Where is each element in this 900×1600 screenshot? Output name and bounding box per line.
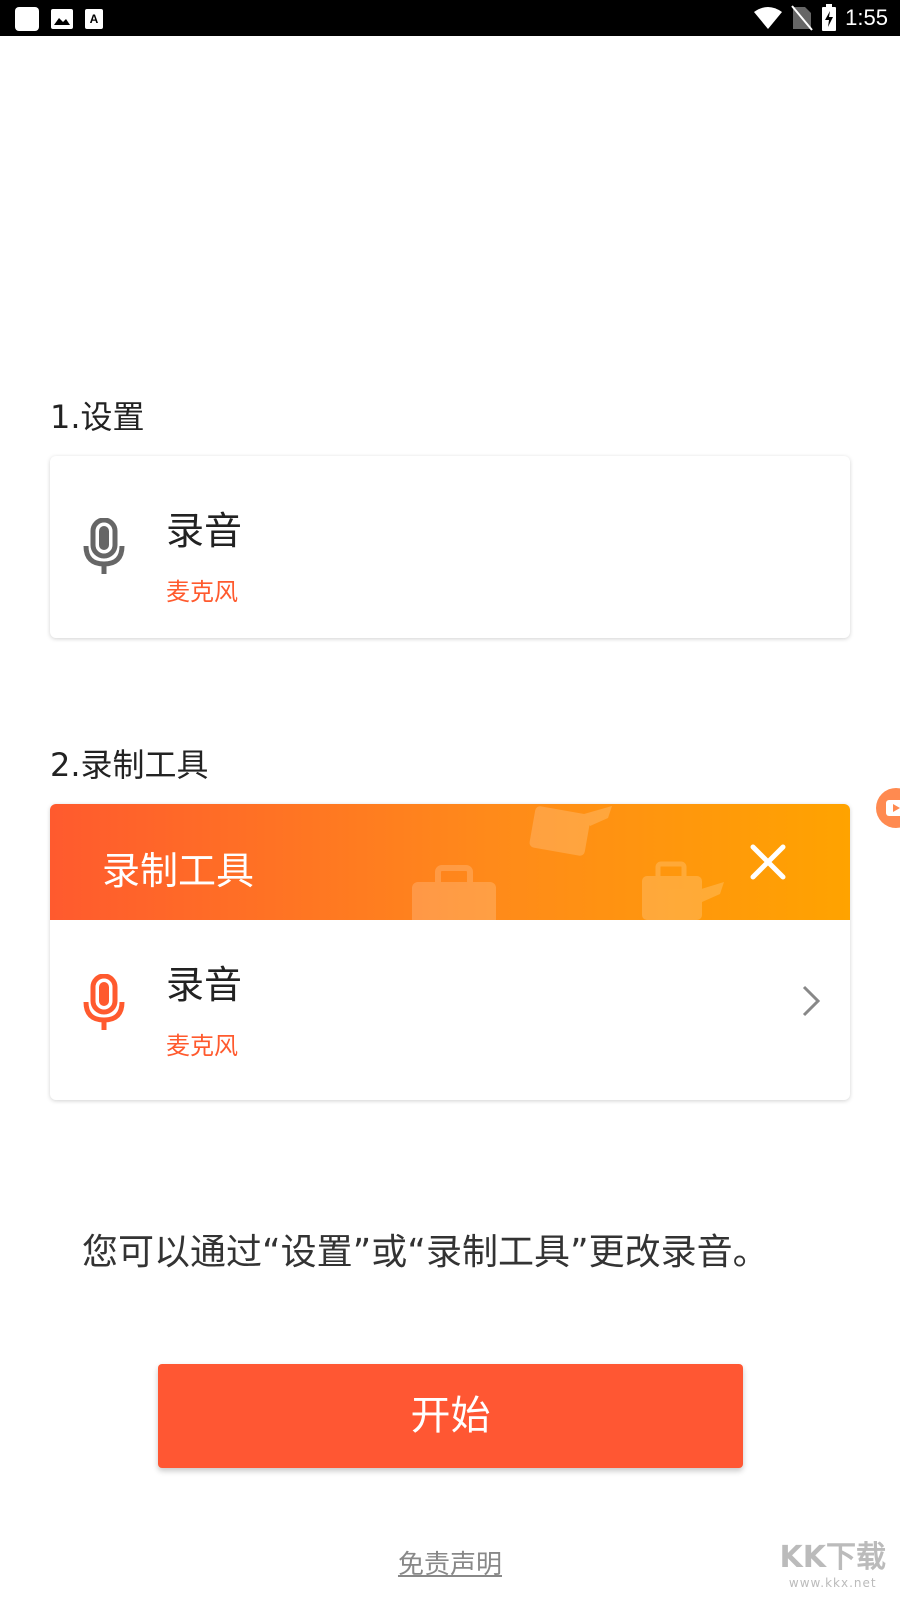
app-icon (15, 7, 39, 31)
wifi-icon (754, 7, 783, 29)
settings-item-title: 录音 (166, 509, 243, 553)
watermark-main: KK下载 (779, 1540, 887, 1575)
recording-tools-header: 录制工具 (50, 804, 850, 920)
start-button[interactable]: 开始 (158, 1364, 743, 1468)
hint-text: 您可以通过“设置”或“录制工具”更改录音。 (82, 1232, 769, 1273)
floating-record-icon[interactable] (876, 788, 900, 828)
settings-item-subtitle: 麦克风 (166, 578, 238, 606)
image-icon (51, 9, 73, 29)
microphone-icon (83, 974, 125, 1030)
no-sim-icon (791, 5, 813, 31)
toolbox-wrench-icon (529, 806, 612, 856)
disclaimer-link[interactable]: 免责声明 (0, 1544, 900, 1581)
status-bar: A 1:55 (0, 0, 900, 36)
recording-tools-item[interactable]: 录音 麦克风 (50, 920, 850, 1100)
toolbox-icon (412, 865, 496, 920)
settings-card[interactable]: 录音 麦克风 (50, 456, 850, 638)
svg-text:A: A (90, 12, 99, 26)
watermark-logo: KK下载 www.kkx.net (780, 1532, 887, 1590)
recording-tools-title: 录制工具 (102, 849, 255, 893)
microphone-icon (83, 518, 125, 574)
section-title-settings: 1.设置 (50, 398, 145, 436)
recording-tools-card: 录制工具 录音 麦克风 (50, 804, 850, 1100)
toolbox-wrench-icon (642, 861, 724, 920)
battery-charging-icon (822, 4, 837, 31)
recording-item-title: 录音 (166, 963, 243, 1007)
clock: 1:55 (845, 5, 888, 30)
recording-item-subtitle: 麦克风 (166, 1032, 238, 1060)
close-icon[interactable] (748, 842, 788, 882)
section-title-recording-tools: 2.录制工具 (50, 746, 209, 784)
font-icon: A (85, 9, 103, 29)
watermark-sub: www.kkx.net (788, 1576, 877, 1590)
chevron-right-icon (802, 985, 821, 1017)
